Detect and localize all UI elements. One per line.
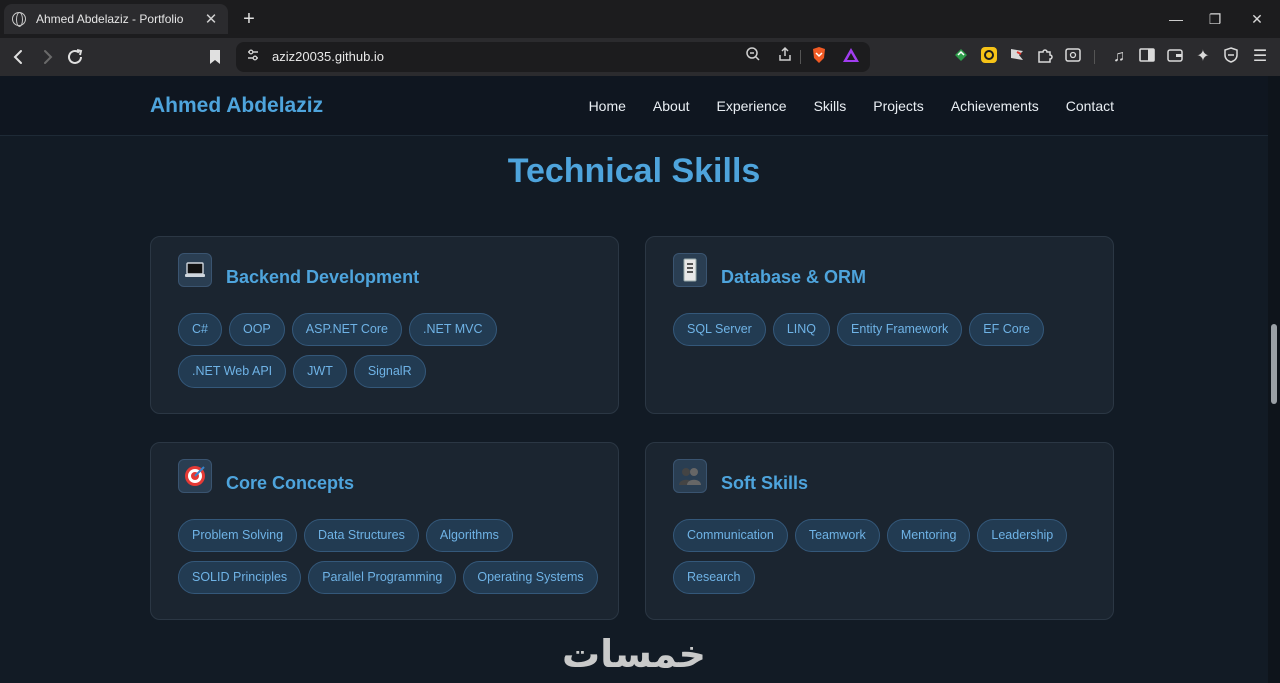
skill-tag[interactable]: EF Core — [969, 313, 1044, 346]
skill-tag[interactable]: Entity Framework — [837, 313, 963, 346]
tag-list: Communication Teamwork Mentoring Leaders… — [673, 519, 1103, 594]
skill-tag[interactable]: .NET Web API — [178, 355, 287, 388]
site-brand[interactable]: Ahmed Abdelaziz — [150, 94, 323, 118]
bookmark-icon[interactable] — [204, 46, 226, 68]
skill-tag[interactable]: Leadership — [977, 519, 1068, 552]
page-scrollbar[interactable] — [1268, 76, 1280, 683]
page-viewport: Ahmed Abdelaziz Home About Experience Sk… — [0, 76, 1280, 683]
skill-tag[interactable]: Communication — [673, 519, 788, 552]
card-title: Soft Skills — [721, 473, 809, 493]
nav-link-home[interactable]: Home — [589, 98, 626, 114]
tag-list: SQL Server LINQ Entity Framework EF Core — [673, 313, 1103, 346]
forward-icon[interactable] — [36, 46, 58, 68]
browser-tabbar: Ahmed Abdelaziz - Portfolio ✕ + — ❐ ✕ — [0, 0, 1280, 38]
sidebar-icon[interactable] — [1136, 46, 1158, 68]
skill-tag[interactable]: LINQ — [772, 313, 831, 346]
people-icon — [673, 458, 707, 493]
nav-link-skills[interactable]: Skills — [814, 98, 847, 114]
skill-card-database: Database & ORM SQL Server LINQ Entity Fr… — [645, 236, 1114, 414]
skill-tag[interactable]: .NET MVC — [409, 313, 497, 346]
menu-icon[interactable]: ☰ — [1249, 46, 1271, 68]
brave-rewards-icon[interactable] — [840, 46, 862, 68]
minimize-icon[interactable]: — — [1164, 8, 1188, 30]
skill-tag[interactable]: Operating Systems — [463, 561, 598, 594]
laptop-icon — [178, 252, 212, 287]
skill-tag[interactable]: Problem Solving — [178, 519, 298, 552]
tag-list: C# OOP ASP.NET Core .NET MVC .NET Web AP… — [178, 313, 608, 388]
separator — [800, 50, 801, 64]
skill-tag[interactable]: Algorithms — [425, 519, 513, 552]
skill-tag[interactable]: Research — [673, 561, 755, 594]
address-bar[interactable]: aziz20035.github.io — [236, 42, 870, 72]
skill-tag[interactable]: Mentoring — [886, 519, 971, 552]
section-title: Technical Skills — [507, 152, 761, 190]
nav-links: Home About Experience Skills Projects Ac… — [589, 98, 1114, 114]
skill-tag[interactable]: ASP.NET Core — [291, 313, 402, 346]
reload-icon[interactable] — [64, 46, 86, 68]
skill-card-soft-skills: Soft Skills Communication Teamwork Mento… — [645, 442, 1114, 620]
skill-tag[interactable]: Teamwork — [794, 519, 880, 552]
scrollbar-thumb[interactable] — [1271, 324, 1277, 404]
site-settings-icon[interactable] — [242, 46, 264, 68]
watermark-logo: خمسات — [562, 632, 706, 676]
nav-link-projects[interactable]: Projects — [873, 98, 924, 114]
skill-card-core-concepts: Core Concepts Problem Solving Data Struc… — [150, 442, 619, 620]
extension-flag-icon[interactable] — [1006, 46, 1028, 68]
close-window-icon[interactable]: ✕ — [1245, 8, 1269, 30]
card-title: Backend Development — [226, 267, 420, 287]
browser-toolbar: aziz20035.github.io ♫ ✦ ☰ — [0, 38, 1280, 76]
site-navbar: Ahmed Abdelaziz Home About Experience Sk… — [0, 76, 1268, 136]
skill-tag[interactable]: C# — [178, 313, 222, 346]
tab-title: Ahmed Abdelaziz - Portfolio — [36, 12, 184, 26]
separator — [1094, 50, 1095, 64]
restore-icon[interactable]: ❐ — [1203, 8, 1227, 30]
skill-card-backend: Backend Development C# OOP ASP.NET Core … — [150, 236, 619, 414]
browser-tab[interactable]: Ahmed Abdelaziz - Portfolio ✕ — [4, 4, 228, 34]
extension-yellow-icon[interactable] — [978, 46, 1000, 68]
close-tab-icon[interactable]: ✕ — [202, 10, 220, 28]
share-icon[interactable] — [774, 46, 796, 68]
leo-ai-icon[interactable]: ✦ — [1192, 46, 1214, 68]
vpn-shield-icon[interactable] — [1220, 46, 1242, 68]
target-icon — [178, 458, 212, 493]
brave-shields-icon[interactable] — [808, 46, 830, 68]
card-title: Database & ORM — [721, 267, 867, 287]
database-icon — [673, 252, 707, 287]
music-icon[interactable]: ♫ — [1108, 46, 1130, 68]
nav-link-contact[interactable]: Contact — [1066, 98, 1114, 114]
nav-link-achievements[interactable]: Achievements — [951, 98, 1039, 114]
nav-link-experience[interactable]: Experience — [717, 98, 787, 114]
wallet-icon[interactable] — [1164, 46, 1186, 68]
new-tab-button[interactable]: + — [238, 7, 260, 31]
skill-tag[interactable]: SOLID Principles — [178, 561, 302, 594]
url-text: aziz20035.github.io — [272, 49, 385, 64]
skill-tag[interactable]: JWT — [293, 355, 347, 388]
reader-mode-icon[interactable] — [1062, 46, 1084, 68]
extension-green-icon[interactable] — [950, 46, 972, 68]
tag-list: Problem Solving Data Structures Algorith… — [178, 519, 608, 594]
zoom-icon[interactable] — [742, 46, 764, 68]
skill-tag[interactable]: Parallel Programming — [308, 561, 457, 594]
card-title: Core Concepts — [226, 473, 355, 493]
extensions-puzzle-icon[interactable] — [1034, 46, 1056, 68]
skill-tag[interactable]: SignalR — [353, 355, 426, 388]
skill-tag[interactable]: OOP — [228, 313, 285, 346]
globe-icon — [12, 12, 26, 27]
skill-tag[interactable]: SQL Server — [673, 313, 766, 346]
skill-tag[interactable]: Data Structures — [304, 519, 419, 552]
back-icon[interactable] — [8, 46, 30, 68]
nav-link-about[interactable]: About — [653, 98, 690, 114]
